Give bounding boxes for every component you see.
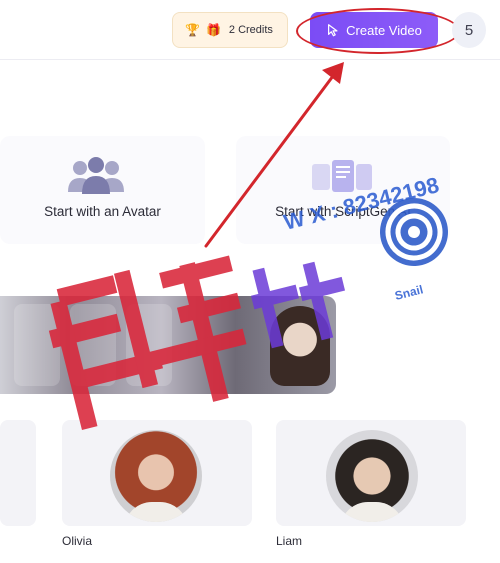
avatar-name-olivia: Olivia (62, 534, 93, 548)
avatar-clothing (340, 502, 404, 522)
annotation-ring (296, 8, 460, 54)
user-badge-text: 5 (464, 21, 474, 39)
banner-avatar-image (270, 306, 330, 386)
avatar-card-partial[interactable] (0, 420, 36, 526)
banner-tile (70, 304, 116, 386)
avatar-team-icon (68, 157, 124, 194)
credits-label: 2 Credits (228, 24, 273, 36)
liam-avatar-image[interactable] (326, 430, 418, 522)
avatar-clothing (124, 502, 188, 522)
avatar-name-liam: Liam (276, 534, 303, 548)
avatar-preview-banner (0, 296, 336, 394)
start-with-scriptgen-label: Start with ScriptGen AI (275, 204, 411, 219)
banner-tile (126, 304, 172, 386)
gift-icon: 🎁 (205, 23, 221, 37)
script-document-icon (312, 160, 372, 192)
user-avatar[interactable]: 5 (452, 12, 486, 48)
credits-badge[interactable]: 🏆 🎁 2 Credits (172, 12, 288, 48)
olivia-avatar-image[interactable] (110, 430, 202, 522)
trophy-icon: 🏆 (185, 23, 200, 37)
start-with-avatar-label: Start with an Avatar (44, 204, 161, 219)
watermark-brand-text: Snail (393, 282, 424, 303)
banner-tile (14, 304, 60, 386)
